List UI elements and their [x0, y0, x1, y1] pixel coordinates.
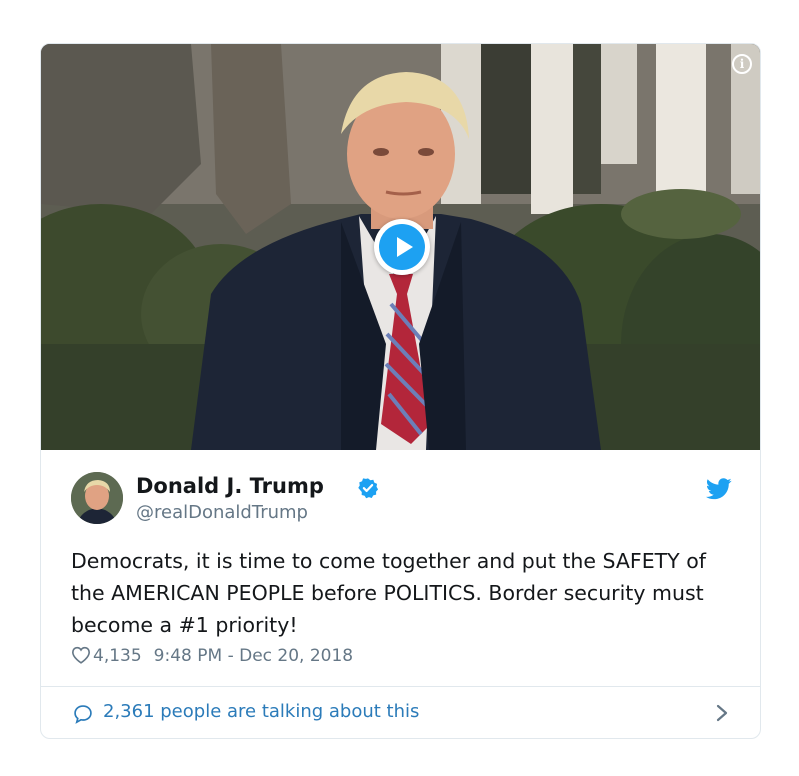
embedded-tweet-card: i Donald J. Trump @realDonaldTrump Democ…: [40, 43, 761, 739]
conversation-link[interactable]: 2,361 people are talking about this: [41, 687, 760, 738]
like-count[interactable]: 4,135: [93, 646, 142, 666]
timestamp[interactable]: 9:48 PM - Dec 20, 2018: [154, 646, 353, 666]
speech-bubble-icon: [74, 705, 92, 724]
tweet-meta: 4,135 9:48 PM - Dec 20, 2018: [71, 646, 353, 666]
chevron-right-icon: [716, 704, 728, 722]
like-button[interactable]: [71, 646, 91, 666]
conversation-count: 2,361 people are talking about this: [103, 701, 420, 722]
display-name[interactable]: Donald J. Trump: [136, 474, 324, 498]
info-icon[interactable]: i: [732, 54, 752, 74]
video-thumbnail[interactable]: i: [41, 44, 760, 450]
play-icon: [379, 224, 425, 270]
play-button[interactable]: [374, 219, 430, 275]
heart-icon: [71, 646, 91, 664]
tweet-text: Democrats, it is time to come together a…: [71, 549, 706, 637]
verified-badge-icon: [358, 478, 379, 499]
twitter-bird-icon[interactable]: [706, 478, 732, 500]
avatar[interactable]: [71, 472, 123, 524]
user-handle[interactable]: @realDonaldTrump: [136, 502, 308, 523]
